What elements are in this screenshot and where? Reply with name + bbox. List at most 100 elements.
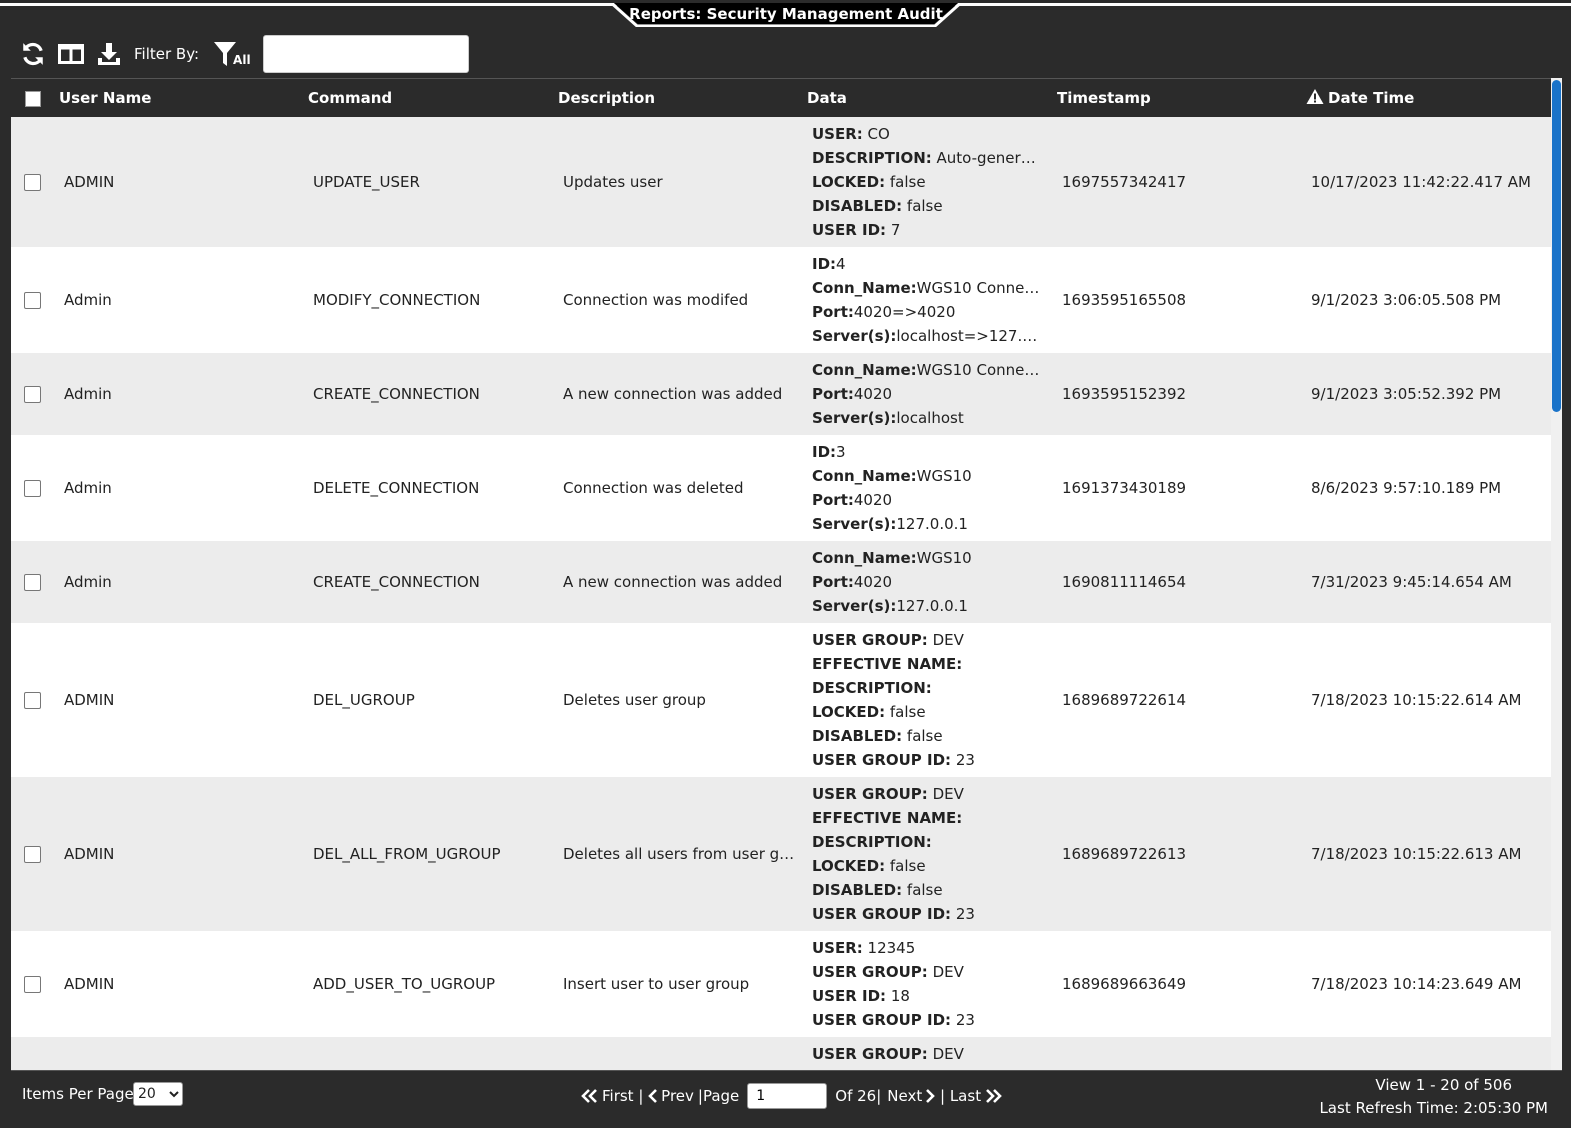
data-key: DISABLED: bbox=[812, 727, 903, 745]
columns-button[interactable] bbox=[52, 35, 90, 73]
row-checkbox[interactable] bbox=[24, 845, 41, 863]
items-per-page-label: Items Per Page: bbox=[22, 1085, 139, 1103]
table-row[interactable]: ADMIN DEL_UGROUP Deletes user group 1689689… bbox=[11, 623, 1551, 777]
prev-page-link[interactable]: Prev bbox=[648, 1087, 694, 1105]
row-checkbox[interactable] bbox=[24, 691, 41, 709]
data-key: USER GROUP: bbox=[812, 631, 928, 649]
double-chevron-right-icon bbox=[986, 1089, 1002, 1103]
grid-footer: Items Per Page: 20 First | Prev |Page Of… bbox=[11, 1070, 1562, 1120]
description-cell-text: Insert user to user group bbox=[563, 975, 750, 993]
page-number-input[interactable] bbox=[747, 1083, 828, 1109]
table-row[interactable]: ADMIN ADD_USER_TO_UGROUP Insert user to us… bbox=[11, 931, 1551, 1037]
column-header-description[interactable]: Description bbox=[558, 79, 655, 118]
data-line: USER ID: 7 bbox=[812, 218, 1040, 242]
command-cell: UPDATE_USER bbox=[313, 117, 543, 247]
data-value: 4020=>4020 bbox=[853, 303, 956, 321]
table-row[interactable]: ADMIN UPDATE_USER Updates user 169755734241… bbox=[11, 117, 1551, 247]
data-key: LOCKED: bbox=[812, 703, 886, 721]
table-row[interactable]: ADMIN DEL_ALL_FROM_UGROUP Deletes all user… bbox=[11, 777, 1551, 931]
data-key: USER GROUP ID: bbox=[812, 1011, 952, 1029]
data-key: USER: bbox=[812, 939, 863, 957]
data-value: false bbox=[902, 197, 943, 215]
data-value: 23 bbox=[951, 1011, 975, 1029]
next-page-link[interactable]: Next bbox=[887, 1087, 936, 1105]
data-line: USER ID: 18 bbox=[812, 984, 1040, 1008]
table-row[interactable]: USER GROUP: DEV bbox=[11, 1037, 1551, 1070]
select-all-checkbox[interactable] bbox=[25, 91, 41, 107]
table-row[interactable]: Admin CREATE_CONNECTION A new connection w… bbox=[11, 541, 1551, 623]
timestamp-cell-text: 1693595152392 bbox=[1062, 385, 1187, 403]
scrollbar-thumb[interactable] bbox=[1552, 80, 1561, 412]
row-checkbox-cell bbox=[11, 931, 59, 1037]
data-value: localhost=>127.0.0.1 bbox=[896, 327, 1040, 345]
items-per-page-select[interactable]: 20 bbox=[133, 1082, 183, 1106]
last-page-link[interactable]: Last bbox=[950, 1087, 1002, 1105]
data-cell: USER: CODESCRIPTION: Auto-generated desc… bbox=[812, 117, 1040, 247]
grid-body: ADMIN UPDATE_USER Updates user 169755734241… bbox=[11, 117, 1551, 1070]
data-line: Server(s):localhost bbox=[812, 406, 1040, 430]
filter-mode-button[interactable]: All bbox=[213, 35, 257, 73]
row-checkbox-cell bbox=[11, 117, 59, 247]
data-value: DEV bbox=[927, 963, 964, 981]
data-key: Port: bbox=[812, 491, 854, 509]
data-line: LOCKED: false bbox=[812, 170, 1040, 194]
data-key: ID: bbox=[812, 443, 837, 461]
data-line: USER GROUP ID: 23 bbox=[812, 1008, 1040, 1032]
description-cell-text: Connection was deleted bbox=[563, 479, 744, 497]
table-row[interactable]: Admin DELETE_CONNECTION Connection was del… bbox=[11, 435, 1551, 541]
data-key: EFFECTIVE NAME: bbox=[812, 809, 963, 827]
data-cell: Conn_Name:WGS10 Port:4020 Server(s):127.0.… bbox=[812, 541, 1040, 623]
row-checkbox-cell bbox=[11, 353, 59, 435]
date-time-cell-text: 7/18/2023 10:15:22.614 AM bbox=[1311, 691, 1522, 709]
user-name-cell: Admin bbox=[64, 247, 294, 353]
row-checkbox[interactable] bbox=[24, 573, 41, 591]
refresh-button[interactable] bbox=[14, 35, 52, 73]
pager-separator: | bbox=[633, 1087, 649, 1105]
chevron-left-icon bbox=[648, 1089, 658, 1103]
timestamp-cell-text: 1689689722614 bbox=[1062, 691, 1187, 709]
data-key: Conn_Name: bbox=[812, 549, 917, 567]
date-time-cell-text: 8/6/2023 9:57:10.189 PM bbox=[1311, 479, 1502, 497]
audit-grid: User Name Command Description Data Times… bbox=[11, 78, 1562, 1070]
column-header-data[interactable]: Data bbox=[807, 79, 847, 118]
data-key: Server(s): bbox=[812, 597, 897, 615]
data-value: WGS10 Connection bbox=[916, 279, 1040, 297]
data-line: DESCRIPTION: bbox=[812, 676, 1040, 700]
data-line: DISABLED: false bbox=[812, 878, 1040, 902]
column-header-date-time[interactable]: Date Time bbox=[1306, 79, 1414, 118]
pager-separator: | bbox=[935, 1087, 950, 1105]
row-checkbox[interactable] bbox=[24, 173, 41, 191]
vertical-scrollbar[interactable] bbox=[1551, 78, 1562, 1070]
data-line: DISABLED: false bbox=[812, 724, 1040, 748]
data-line: Port:4020 bbox=[812, 488, 1040, 512]
first-label: First bbox=[602, 1087, 634, 1105]
download-button[interactable] bbox=[90, 35, 128, 73]
data-key: DESCRIPTION: bbox=[812, 149, 932, 167]
table-row[interactable]: Admin MODIFY_CONNECTION Connection was mod… bbox=[11, 247, 1551, 353]
warning-icon bbox=[1306, 89, 1324, 104]
first-page-link[interactable]: First bbox=[581, 1087, 634, 1105]
pager: First | Prev |Page Of 26| Next | Last bbox=[581, 1081, 1002, 1111]
last-refresh-time: Last Refresh Time: 2:05:30 PM bbox=[1319, 1099, 1548, 1117]
prev-label: Prev bbox=[661, 1087, 694, 1105]
timestamp-cell: 1697557342417 bbox=[1062, 117, 1292, 247]
column-header-timestamp[interactable]: Timestamp bbox=[1057, 79, 1151, 118]
data-key: Server(s): bbox=[812, 327, 897, 345]
column-header-user-name[interactable]: User Name bbox=[59, 79, 151, 118]
data-cell: ID:3 Conn_Name:WGS10 Port:4020 Server(s):12… bbox=[812, 435, 1040, 541]
date-time-cell: 7/18/2023 10:15:22.614 AM bbox=[1311, 623, 1551, 777]
row-checkbox[interactable] bbox=[24, 479, 41, 497]
timestamp-cell: 1691373430189 bbox=[1062, 435, 1292, 541]
filter-input[interactable] bbox=[263, 35, 470, 73]
command-cell-text: DEL_ALL_FROM_UGROUP bbox=[313, 845, 501, 863]
table-row[interactable]: Admin CREATE_CONNECTION A new connection w… bbox=[11, 353, 1551, 435]
row-checkbox[interactable] bbox=[24, 385, 41, 403]
column-header-command[interactable]: Command bbox=[308, 79, 392, 118]
row-checkbox[interactable] bbox=[24, 975, 41, 993]
row-checkbox[interactable] bbox=[24, 291, 41, 309]
data-key: USER: bbox=[812, 125, 863, 143]
date-time-cell bbox=[1311, 1037, 1551, 1070]
data-line: ID:4 bbox=[812, 252, 1040, 276]
data-line: EFFECTIVE NAME: bbox=[812, 806, 1040, 830]
date-time-cell: 10/17/2023 11:42:22.417 AM bbox=[1311, 117, 1551, 247]
